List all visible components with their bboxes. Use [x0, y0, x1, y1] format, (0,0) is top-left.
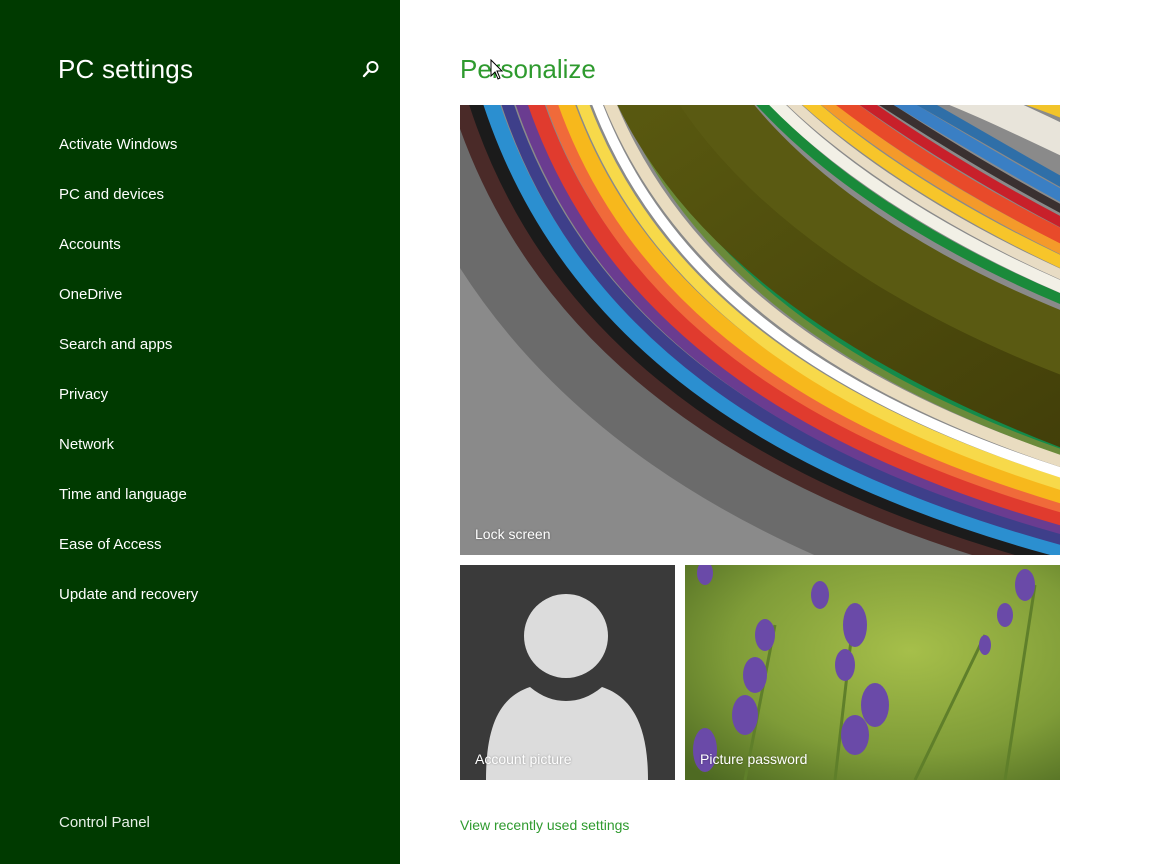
lock-screen-label: Lock screen	[475, 526, 551, 542]
control-panel-link[interactable]: Control Panel	[59, 814, 150, 831]
search-icon[interactable]	[360, 58, 382, 82]
user-silhouette-icon	[486, 594, 648, 780]
account-picture-label: Account picture	[475, 751, 572, 767]
lock-screen-tile[interactable]: Lock screen	[460, 105, 1060, 555]
sidebar-item-onedrive[interactable]: OneDrive	[59, 283, 198, 333]
sidebar-item-accounts[interactable]: Accounts	[59, 233, 198, 283]
sidebar-item-time-and-language[interactable]: Time and language	[59, 483, 198, 533]
sidebar-item-pc-and-devices[interactable]: PC and devices	[59, 183, 198, 233]
page-title: Personalize	[460, 54, 596, 84]
lavender-image	[685, 565, 1060, 780]
sidebar-item-privacy[interactable]: Privacy	[59, 383, 198, 433]
sidebar-item-search-and-apps[interactable]: Search and apps	[59, 333, 198, 383]
sidebar-item-activate-windows[interactable]: Activate Windows	[59, 133, 198, 183]
sidebar-nav: Activate Windows PC and devices Accounts…	[59, 133, 198, 633]
sidebar-title: PC settings	[58, 54, 194, 84]
sidebar-item-update-and-recovery[interactable]: Update and recovery	[59, 583, 198, 633]
picture-password-label: Picture password	[700, 751, 808, 767]
sidebar: PC settings Activate Windows PC and devi…	[0, 0, 400, 864]
picture-password-tile[interactable]: Picture password	[685, 565, 1060, 780]
sidebar-item-ease-of-access[interactable]: Ease of Access	[59, 533, 198, 583]
mouse-cursor-icon	[490, 59, 504, 80]
lock-screen-image	[460, 105, 1060, 555]
sidebar-item-network[interactable]: Network	[59, 433, 198, 483]
account-picture-tile[interactable]: Account picture	[460, 565, 675, 780]
view-recent-settings-link[interactable]: View recently used settings	[460, 817, 629, 833]
